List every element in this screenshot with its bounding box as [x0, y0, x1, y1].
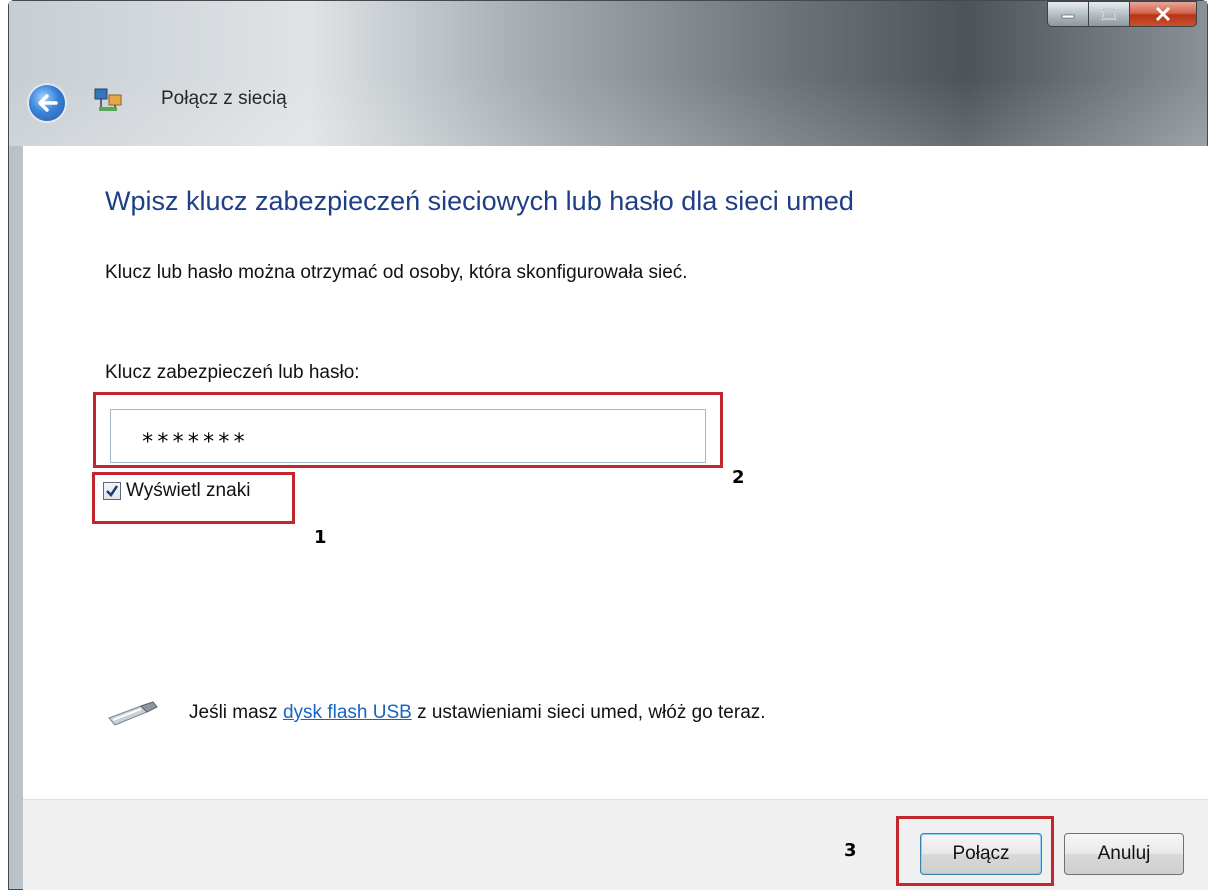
usb-drive-icon — [108, 701, 158, 726]
cancel-button[interactable]: Anuluj — [1064, 833, 1184, 875]
page-heading: Wpisz klucz zabezpieczeń sieciowych lub … — [105, 186, 854, 216]
maximize-icon — [1102, 8, 1116, 20]
minimize-icon — [1061, 14, 1075, 19]
instruction-text: Klucz lub hasło można otrzymać od osoby,… — [105, 262, 688, 283]
usb-flash-link[interactable]: dysk flash USB — [283, 702, 412, 723]
annotation-3: 3 — [844, 840, 857, 861]
security-key-label: Klucz zabezpieczeń lub hasło: — [105, 362, 360, 383]
maximize-button[interactable] — [1088, 1, 1130, 27]
security-key-input[interactable] — [110, 409, 706, 463]
title-bar: Połącz z siecią — [9, 1, 1207, 146]
back-button[interactable] — [27, 83, 67, 123]
checkmark-icon — [106, 485, 119, 497]
window-title: Połącz z siecią — [161, 88, 287, 109]
annotation-2: 2 — [732, 467, 745, 488]
show-characters-checkbox[interactable] — [103, 482, 121, 500]
close-icon — [1155, 6, 1171, 22]
dialog-footer: 3 Połącz Anuluj — [23, 799, 1208, 890]
dialog-content: Wpisz klucz zabezpieczeń sieciowych lub … — [23, 146, 1208, 799]
usb-hint-text: Jeśli masz dysk flash USB z ustawieniami… — [189, 702, 766, 724]
back-arrow-icon — [38, 94, 58, 112]
dialog-window: Połącz z siecią Wpisz klucz zabezpieczeń… — [8, 0, 1208, 890]
show-characters-label: Wyświetl znaki — [126, 480, 251, 501]
usb-hint: Jeśli masz dysk flash USB z ustawieniami… — [105, 698, 766, 728]
network-icon — [94, 88, 122, 111]
connect-button[interactable]: Połącz — [920, 833, 1042, 875]
minimize-button[interactable] — [1047, 1, 1089, 27]
close-button[interactable] — [1129, 1, 1197, 27]
show-characters-checkbox-row[interactable]: Wyświetl znaki — [103, 480, 250, 502]
annotation-1: 1 — [314, 527, 327, 548]
usb-text-before: Jeśli masz — [189, 702, 283, 723]
window-controls — [1047, 1, 1197, 27]
usb-text-after: z ustawieniami sieci umed, włóż go teraz… — [411, 702, 766, 723]
